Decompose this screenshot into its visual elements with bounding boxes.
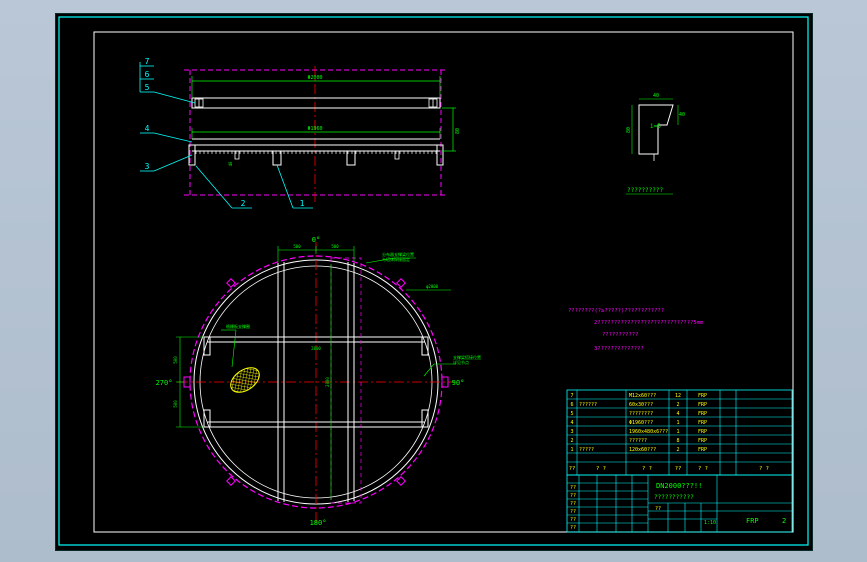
bom-cell-material: FRP bbox=[698, 438, 707, 444]
bom-cell-no: 4 bbox=[570, 420, 573, 426]
bom-cell-qty: 2 bbox=[676, 402, 679, 408]
balloon-2: 2 bbox=[241, 199, 246, 208]
bom-row: 2?????? 8 FRP bbox=[570, 438, 707, 444]
detail-view: 40 80 40 i=5 ?????????? bbox=[626, 93, 685, 195]
balloon-5: 5 bbox=[145, 83, 150, 92]
bom-cell-qty: 1 bbox=[676, 420, 679, 426]
plan-callout-edge: φ2000 bbox=[426, 284, 439, 289]
bom-cell-code: ?????? bbox=[579, 402, 597, 408]
title-label-7: ?? bbox=[655, 506, 661, 512]
bom-cell-material: FRP bbox=[698, 402, 707, 408]
bom-cell-qty: 2 bbox=[676, 447, 679, 453]
bom-row: 3 1960x480x6??? 1 FRP bbox=[570, 429, 707, 435]
bom-cell-name: Φ1960??? bbox=[629, 420, 653, 426]
title-label-4: ?? bbox=[570, 509, 576, 515]
bom-header-name: ? ? bbox=[642, 466, 652, 472]
bom-cell-no: 7 bbox=[570, 393, 573, 399]
bom-header-qty: ?? bbox=[675, 466, 682, 472]
title-label-3: ?? bbox=[570, 501, 576, 507]
bom-row: 6?????? 60x30??? 2 FRP bbox=[570, 402, 707, 408]
bom-cell-no: 3 bbox=[570, 429, 573, 435]
balloon-4: 4 bbox=[145, 124, 150, 133]
plan-angle-right: 90° bbox=[452, 379, 465, 387]
plan-dim-center-v: 2000 bbox=[325, 377, 330, 387]
title-label-6: ?? bbox=[570, 525, 576, 531]
plan-callout-left: 格栅板支撑圈 bbox=[226, 323, 250, 329]
title-drawing-1: DN2000???!! bbox=[656, 482, 702, 490]
title-label-2: ?? bbox=[570, 493, 576, 499]
elev-dim-top: Φ2000 bbox=[307, 75, 322, 81]
bom-cell-no: 1 bbox=[570, 447, 573, 453]
bom-cell-name: 60x30??? bbox=[629, 402, 653, 408]
bom-header-code: ? ? bbox=[596, 466, 606, 472]
bom-cell-name: ???????? bbox=[629, 411, 653, 417]
note-line-3: ??????????? bbox=[602, 332, 638, 338]
plan-dim-top-right: 500 bbox=[331, 244, 339, 249]
bom-row: 5???????? 4 FRP bbox=[570, 411, 707, 417]
plan-view: 0° 270° 90° 180° 500 500 500 500 2000 20… bbox=[156, 236, 481, 527]
plan-dim-left-upper: 500 bbox=[173, 356, 178, 364]
bom-cell-material: FRP bbox=[698, 411, 707, 417]
plan-angle-left: 270° bbox=[156, 379, 173, 387]
outer-frame bbox=[58, 16, 809, 546]
technical-notes: ????????(?≥?????)???????????? 2?????????… bbox=[568, 308, 704, 352]
bom-cell-material: FRP bbox=[698, 420, 707, 426]
plan-angle-top: 0° bbox=[312, 236, 320, 244]
bom-cell-no: 2 bbox=[570, 438, 573, 444]
elevation-view: Φ2000 Φ1960 80 40 7 6 5 4 3 2 1 bbox=[139, 57, 461, 209]
note-line-1: ????????(?≥?????)???????????? bbox=[568, 308, 664, 314]
note-line-4: 3?????????????? bbox=[594, 346, 644, 352]
plan-dim-top-left: 500 bbox=[293, 244, 301, 249]
bill-of-materials: 7 M12x60??? 12 FRP6?????? 60x30??? 2 FRP5?????… bbox=[566, 389, 793, 476]
bom-row: 7 M12x60??? 12 FRP bbox=[570, 393, 707, 399]
bom-cell-name: ?????? bbox=[629, 438, 647, 444]
plan-angle-bottom: 180° bbox=[310, 519, 327, 527]
plan-dim-center-h: 2000 bbox=[311, 346, 321, 351]
detail-caption: ?????????? bbox=[627, 187, 664, 194]
bom-header-remark: ? ? bbox=[759, 466, 769, 472]
bom-header-material: ? ? bbox=[698, 466, 708, 472]
bom-cell-qty: 4 bbox=[676, 411, 679, 417]
detail-dim-top: 40 bbox=[653, 93, 659, 99]
bom-cell-no: 5 bbox=[570, 411, 573, 417]
title-scale: 1:10 bbox=[704, 520, 716, 526]
bom-row: 1????? 120x60??? 2 FRP bbox=[570, 447, 707, 453]
title-material: FRP bbox=[746, 517, 759, 525]
bom-cell-code: ????? bbox=[579, 447, 594, 453]
title-sheet: 2 bbox=[782, 517, 786, 525]
elev-dim-height: 80 bbox=[455, 128, 461, 134]
elev-dim-small: 40 bbox=[228, 161, 233, 166]
bom-cell-qty: 12 bbox=[675, 393, 681, 399]
bom-cell-name: 1960x480x6??? bbox=[629, 429, 668, 435]
title-label-1: ?? bbox=[570, 485, 576, 491]
plan-callout-top-right-2: 与塔体焊接固定 bbox=[382, 256, 410, 262]
balloon-7: 7 bbox=[145, 57, 150, 66]
bom-cell-name: M12x60??? bbox=[629, 393, 656, 399]
detail-slope: i=5 bbox=[650, 123, 661, 130]
plan-dim-left-lower: 500 bbox=[173, 400, 178, 408]
balloon-6: 6 bbox=[145, 70, 150, 79]
detail-dim-side: 80 bbox=[626, 127, 632, 133]
bom-cell-name: 120x60??? bbox=[629, 447, 656, 453]
title-drawing-2: ??????????? bbox=[654, 494, 694, 501]
cad-viewport[interactable]: Φ2000 Φ1960 80 40 7 6 5 4 3 2 1 40 80 40… bbox=[55, 13, 813, 551]
note-line-2: 2?????????????????????????????5mm bbox=[594, 320, 704, 326]
title-label-5: ?? bbox=[570, 517, 576, 523]
bom-cell-qty: 8 bbox=[676, 438, 679, 444]
bom-cell-material: FRP bbox=[698, 447, 707, 453]
plan-callout-right-2: 详见节点 bbox=[453, 359, 469, 365]
bom-header-no: ?? bbox=[569, 466, 576, 472]
bom-cell-qty: 1 bbox=[676, 429, 679, 435]
drawing-sheet: Φ2000 Φ1960 80 40 7 6 5 4 3 2 1 40 80 40… bbox=[58, 16, 809, 546]
balloon-1: 1 bbox=[300, 199, 305, 208]
bom-cell-material: FRP bbox=[698, 429, 707, 435]
bom-cell-no: 6 bbox=[570, 402, 573, 408]
detail-dim-right: 40 bbox=[679, 112, 685, 118]
title-block: DN2000???!! ??????????? FRP 2 1:10 ?? ??… bbox=[566, 474, 793, 533]
balloon-3: 3 bbox=[145, 162, 150, 171]
bom-row: 4 Φ1960??? 1 FRP bbox=[570, 420, 707, 426]
elev-dim-mid: Φ1960 bbox=[307, 126, 322, 132]
bom-cell-material: FRP bbox=[698, 393, 707, 399]
